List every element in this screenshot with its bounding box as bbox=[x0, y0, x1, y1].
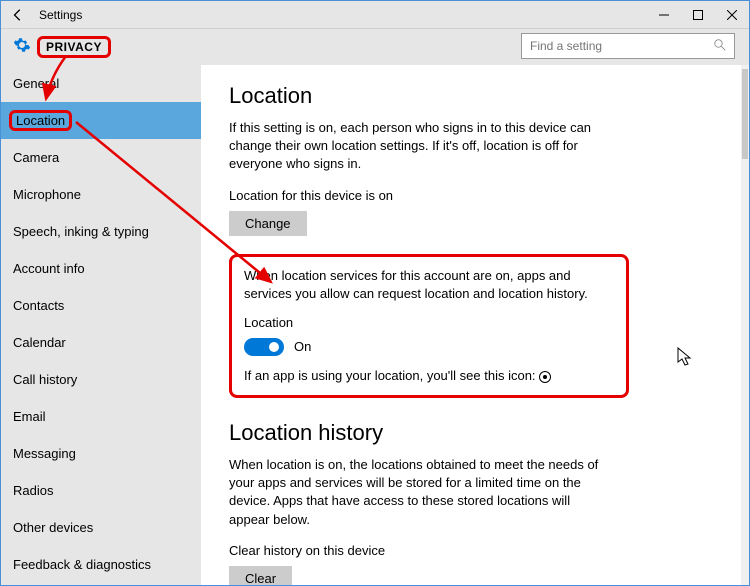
sidebar-item-label: Microphone bbox=[13, 187, 81, 202]
sidebar-item-label: Email bbox=[13, 409, 46, 424]
location-toggle-row: On bbox=[244, 338, 614, 356]
sidebar: General Location Camera Microphone Speec… bbox=[1, 65, 201, 586]
breadcrumb: PRIVACY bbox=[37, 36, 111, 58]
sidebar-item-messaging[interactable]: Messaging bbox=[1, 435, 201, 472]
sidebar-item-label: Account info bbox=[13, 261, 85, 276]
sidebar-item-camera[interactable]: Camera bbox=[1, 139, 201, 176]
titlebar: Settings bbox=[1, 1, 749, 29]
header: PRIVACY bbox=[1, 29, 749, 65]
device-status: Location for this device is on bbox=[229, 188, 713, 203]
location-description: If this setting is on, each person who s… bbox=[229, 119, 609, 174]
window-controls bbox=[647, 1, 749, 29]
window-title: Settings bbox=[39, 8, 82, 22]
gear-icon bbox=[13, 36, 31, 59]
scrollbar[interactable] bbox=[741, 65, 749, 586]
sidebar-item-radios[interactable]: Radios bbox=[1, 472, 201, 509]
sidebar-item-callhistory[interactable]: Call history bbox=[1, 361, 201, 398]
maximize-button[interactable] bbox=[681, 1, 715, 29]
sidebar-item-label: Location bbox=[9, 110, 72, 131]
sidebar-item-label: Camera bbox=[13, 150, 59, 165]
toggle-title: Location bbox=[244, 315, 614, 330]
history-description: When location is on, the locations obtai… bbox=[229, 456, 609, 529]
close-button[interactable] bbox=[715, 1, 749, 29]
minimize-button[interactable] bbox=[647, 1, 681, 29]
body: General Location Camera Microphone Speec… bbox=[1, 65, 749, 586]
sidebar-item-contacts[interactable]: Contacts bbox=[1, 287, 201, 324]
sidebar-item-label: Other devices bbox=[13, 520, 93, 535]
icon-text: If an app is using your location, you'll… bbox=[244, 368, 614, 383]
sidebar-item-label: Radios bbox=[13, 483, 53, 498]
sidebar-item-label: Calendar bbox=[13, 335, 66, 350]
sidebar-item-otherdevices[interactable]: Other devices bbox=[1, 509, 201, 546]
sidebar-item-microphone[interactable]: Microphone bbox=[1, 176, 201, 213]
toggle-state: On bbox=[294, 339, 311, 354]
back-button[interactable] bbox=[1, 1, 35, 29]
sidebar-item-label: Feedback & diagnostics bbox=[13, 557, 151, 572]
search-input[interactable] bbox=[530, 39, 714, 53]
search-box[interactable] bbox=[521, 33, 735, 59]
main-content: Location If this setting is on, each per… bbox=[201, 65, 741, 586]
location-heading: Location bbox=[229, 83, 713, 109]
clear-button[interactable]: Clear bbox=[229, 566, 292, 586]
sidebar-item-speech[interactable]: Speech, inking & typing bbox=[1, 213, 201, 250]
sidebar-item-calendar[interactable]: Calendar bbox=[1, 324, 201, 361]
sidebar-item-general[interactable]: General bbox=[1, 65, 201, 102]
sidebar-item-label: Call history bbox=[13, 372, 77, 387]
change-button[interactable]: Change bbox=[229, 211, 307, 236]
clear-label: Clear history on this device bbox=[229, 543, 713, 558]
settings-window: Settings PRIVACY General Location Camera… bbox=[0, 0, 750, 586]
search-icon bbox=[714, 39, 726, 54]
sidebar-item-label: Messaging bbox=[13, 446, 76, 461]
sidebar-item-location[interactable]: Location bbox=[1, 102, 201, 139]
services-description: When location services for this account … bbox=[244, 267, 604, 303]
sidebar-item-account[interactable]: Account info bbox=[1, 250, 201, 287]
sidebar-item-email[interactable]: Email bbox=[1, 398, 201, 435]
sidebar-item-label: General bbox=[13, 76, 59, 91]
scroll-thumb[interactable] bbox=[742, 69, 748, 159]
sidebar-item-label: Contacts bbox=[13, 298, 64, 313]
location-indicator-icon bbox=[539, 371, 551, 383]
location-toggle[interactable] bbox=[244, 338, 284, 356]
sidebar-item-feedback[interactable]: Feedback & diagnostics bbox=[1, 546, 201, 583]
annotation-box: When location services for this account … bbox=[229, 254, 629, 398]
history-heading: Location history bbox=[229, 420, 713, 446]
sidebar-item-label: Speech, inking & typing bbox=[13, 224, 149, 239]
